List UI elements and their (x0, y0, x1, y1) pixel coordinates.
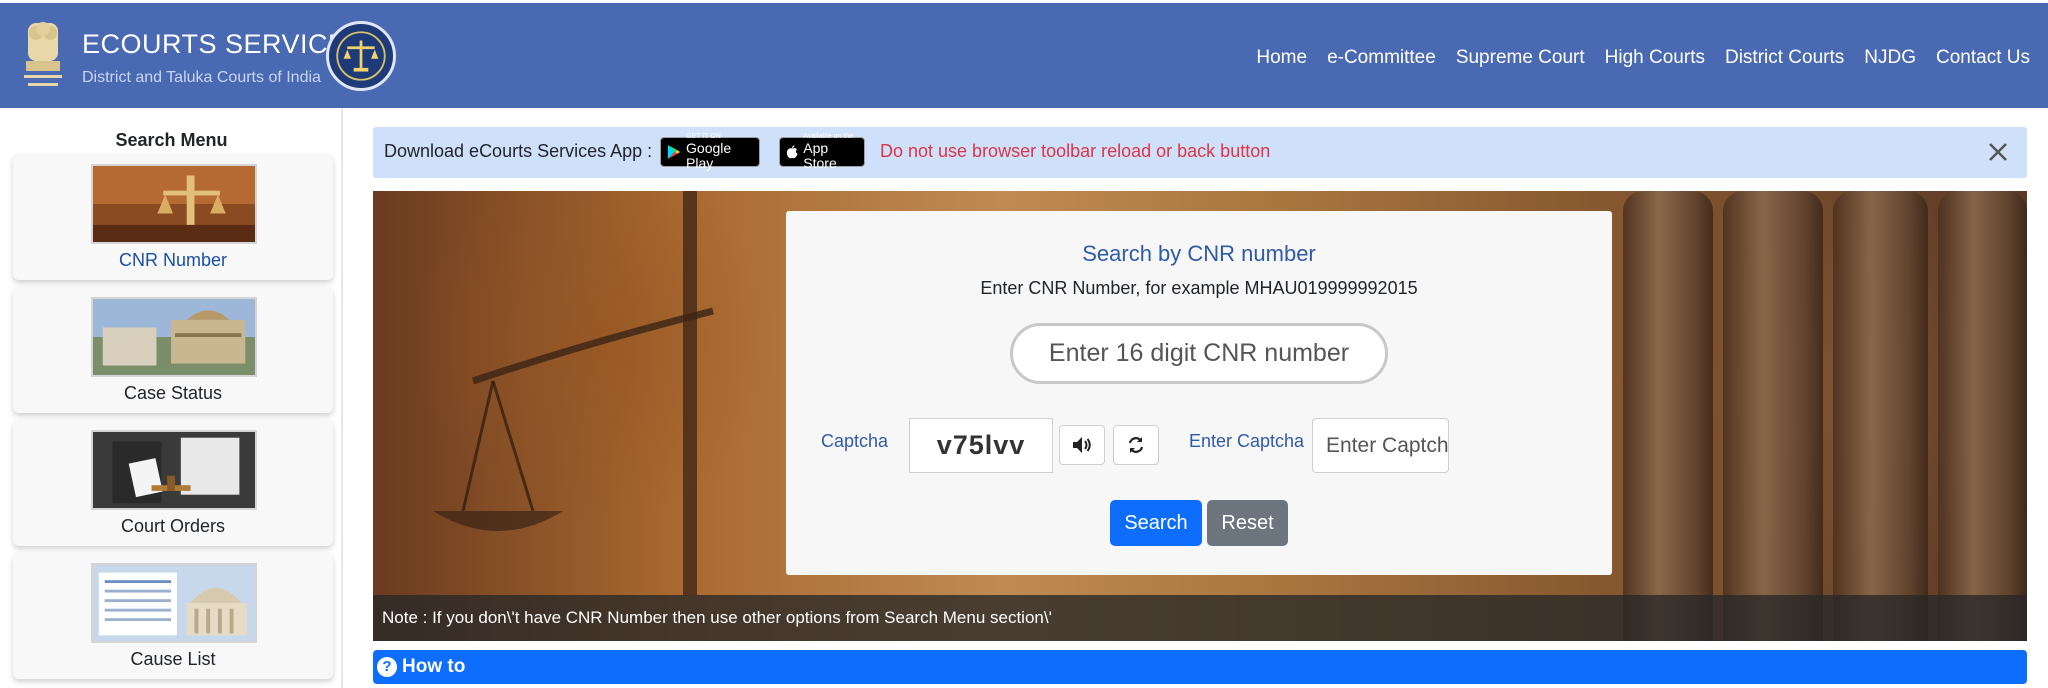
captcha-audio-button[interactable] (1059, 425, 1105, 465)
search-button[interactable]: Search (1110, 500, 1202, 546)
sidebar-item-cnr-number[interactable]: CNR Number (13, 154, 333, 280)
search-card-title: Search by CNR number (1082, 241, 1316, 266)
search-menu-title: Search Menu (115, 130, 228, 150)
site-subtitle: District and Taluka Courts of India (82, 69, 321, 86)
captcha-input[interactable] (1312, 418, 1449, 473)
cnr-search-card: Search by CNR number Enter CNR Number, f… (786, 211, 1612, 575)
question-circle-icon: ? (377, 657, 397, 677)
speaker-icon (1073, 437, 1091, 453)
sidebar-item-label: Case Status (123, 383, 223, 403)
app-store-big: App Store (803, 140, 837, 171)
refresh-icon (1128, 437, 1144, 453)
reload-warning-text: Do not use browser toolbar reload or bac… (880, 141, 1271, 161)
sidebar-item-label: CNR Number (118, 250, 228, 270)
site-title: ECOURTS SERVICES (82, 29, 366, 59)
cnr-number-input[interactable] (1010, 323, 1388, 384)
close-icon[interactable] (1983, 137, 2013, 167)
download-app-text: Download eCourts Services App : (384, 141, 653, 161)
cause-list-thumbnail (91, 563, 257, 643)
book-spine-image (1938, 191, 2027, 641)
cnr-example-hint: Enter CNR Number, for example MHAU019999… (980, 278, 1418, 298)
ecommittee-seal-icon (326, 21, 396, 91)
captcha-label: Captcha (821, 431, 889, 451)
sidebar-item-case-status[interactable]: Case Status (13, 287, 333, 413)
nav-supreme-court[interactable]: Supreme Court (1456, 47, 1585, 69)
book-spine-image (1623, 191, 1713, 641)
download-app-alert: Download eCourts Services App : GET IT O… (373, 127, 2027, 178)
search-menu-sidebar: Search Menu CNR Number Case Status Court… (0, 108, 343, 688)
sidebar-item-label: Court Orders (120, 516, 226, 536)
google-play-badge[interactable]: GET IT ON Google Play (660, 133, 760, 171)
google-play-big: Google Play (686, 140, 732, 171)
apple-icon (786, 145, 798, 159)
how-to-label: How to (402, 656, 466, 677)
sidebar-item-label: Cause List (130, 649, 216, 669)
nav-e-committee[interactable]: e-Committee (1327, 47, 1436, 69)
case-status-thumbnail (91, 297, 257, 377)
how-to-section-header[interactable]: ? How to (373, 650, 2027, 684)
nav-high-courts[interactable]: High Courts (1605, 47, 1705, 69)
national-emblem-icon (24, 22, 62, 86)
nav-contact-us[interactable]: Contact Us (1936, 47, 2030, 69)
search-banner: Search by CNR number Enter CNR Number, f… (373, 191, 2027, 641)
nav-district-courts[interactable]: District Courts (1725, 47, 1844, 69)
reset-button[interactable]: Reset (1207, 500, 1288, 546)
enter-captcha-label: Enter Captcha (1189, 431, 1305, 451)
book-spine-image (1833, 191, 1928, 641)
sidebar-item-court-orders[interactable]: Court Orders (13, 420, 333, 546)
note-bar: Note : If you don\'t have CNR Number the… (373, 595, 2027, 641)
captcha-image: v75lvv (909, 418, 1053, 473)
nav-njdg[interactable]: NJDG (1864, 47, 1916, 69)
court-orders-thumbnail (91, 430, 257, 510)
site-header: ECOURTS SERVICES District and Taluka Cou… (0, 0, 2048, 108)
nav-home[interactable]: Home (1256, 47, 1307, 69)
cnr-number-thumbnail (91, 164, 257, 244)
scales-of-justice-image (433, 191, 714, 595)
cnr-note-text: Note : If you don\'t have CNR Number the… (382, 608, 1052, 627)
captcha-refresh-button[interactable] (1113, 425, 1159, 465)
sidebar-item-cause-list[interactable]: Cause List (13, 553, 333, 679)
google-play-icon (667, 144, 681, 160)
book-spine-image (1723, 191, 1823, 641)
main-nav: Home e-Committee Supreme Court High Cour… (1256, 47, 2030, 69)
app-store-badge[interactable]: Available on the App Store (779, 133, 865, 171)
